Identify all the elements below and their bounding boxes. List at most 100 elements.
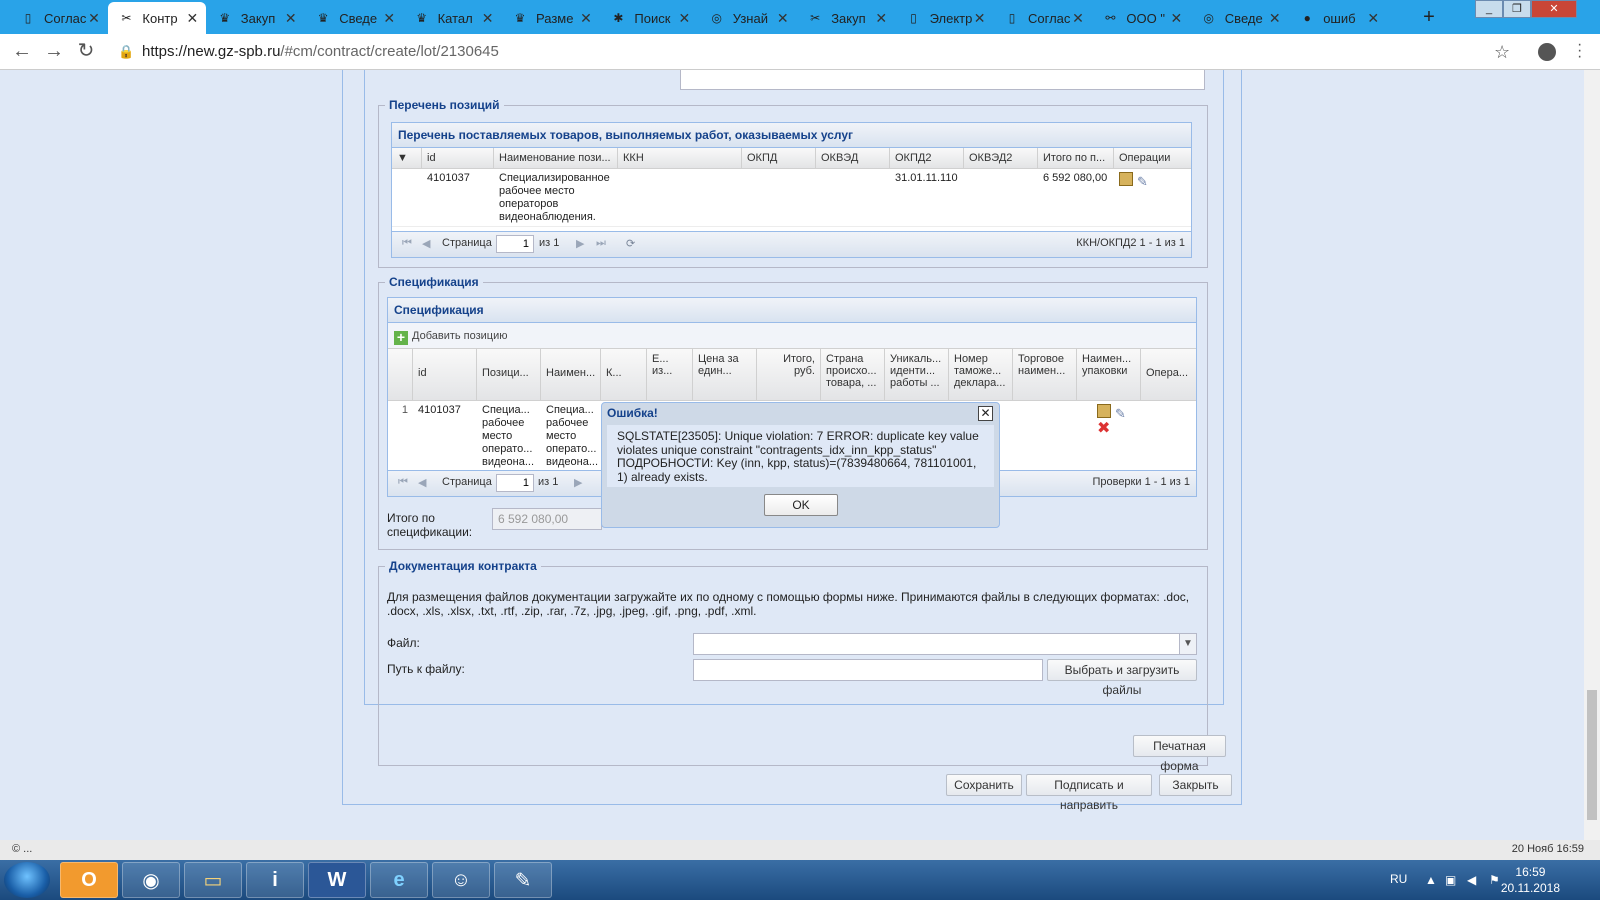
reload-button[interactable]: ↻ (74, 40, 98, 64)
col-header[interactable]: Наименование пози... (494, 148, 618, 168)
page-scrollbar[interactable] (1584, 70, 1600, 840)
word-icon[interactable]: W (308, 862, 366, 898)
ok-button[interactable]: OK (764, 494, 838, 516)
browser-tab[interactable]: ♛ Закуп ✕ (207, 2, 305, 34)
chevron-down-icon[interactable]: ▼ (1179, 634, 1196, 654)
pencil-icon[interactable]: ✎ (1115, 406, 1126, 421)
col-header[interactable]: Е... из... (647, 349, 693, 400)
new-tab-button[interactable]: + (1418, 7, 1440, 29)
browser-tab[interactable]: ▯ Соглас ✕ (10, 2, 108, 34)
col-header[interactable]: ОКПД (742, 148, 816, 168)
sign-send-button[interactable]: Подписать и направить (1026, 774, 1152, 812)
top-field[interactable] (680, 70, 1205, 90)
browser-tab[interactable]: ● ошиб ✕ (1289, 2, 1387, 34)
browser-tab[interactable]: ◎ Узнай ✕ (699, 2, 797, 34)
last-page-icon[interactable]: ⏭ (596, 237, 606, 250)
tab-close-icon[interactable]: ✕ (1168, 10, 1184, 27)
maximize-button[interactable]: ❐ (1503, 0, 1531, 18)
page-input[interactable] (496, 474, 534, 492)
chevron-up-icon[interactable]: ▲ (1425, 873, 1437, 887)
table-row[interactable]: 4101037 Специализированное рабочее место… (392, 169, 1191, 227)
col-header[interactable]: К... (601, 349, 647, 400)
start-button[interactable] (4, 862, 50, 898)
col-header[interactable]: ОКПД2 (890, 148, 964, 168)
close-icon[interactable]: ✕ (978, 406, 993, 421)
col-header[interactable]: Итого по п... (1038, 148, 1114, 168)
add-position-button[interactable]: + Добавить позицию (388, 323, 1196, 349)
col-header[interactable]: Страна происхо... товара, ... (821, 349, 885, 400)
pencil-icon[interactable]: ✎ (1137, 174, 1148, 189)
browser-tab[interactable]: ♛ Разме ✕ (502, 2, 600, 34)
refresh-icon[interactable]: ⟳ (626, 237, 635, 250)
app-icon[interactable]: ☺ (432, 862, 490, 898)
tab-close-icon[interactable]: ✕ (972, 10, 988, 27)
url-field[interactable]: 🔒 https://new.gz-spb.ru/#cm/contract/cre… (108, 38, 1523, 66)
col-header[interactable]: Уникаль... иденти... работы ... (885, 349, 949, 400)
tab-close-icon[interactable]: ✕ (1267, 10, 1283, 27)
clock[interactable]: 16:59 20.11.2018 (1501, 864, 1560, 896)
tab-close-icon[interactable]: ✕ (480, 10, 496, 27)
browser-tab[interactable]: ♛ Сведе ✕ (305, 2, 403, 34)
print-form-button[interactable]: Печатная форма (1133, 735, 1226, 773)
filter-icon[interactable]: ▼ (392, 148, 422, 168)
close-button[interactable]: Закрыть (1159, 774, 1232, 796)
delete-icon[interactable]: ✖ (1097, 420, 1110, 437)
outlook-icon[interactable]: O (60, 862, 118, 898)
tab-close-icon[interactable]: ✕ (184, 10, 200, 27)
browser-tab[interactable]: ▯ Соглас ✕ (994, 2, 1092, 34)
file-path-input[interactable] (693, 659, 1043, 681)
col-header[interactable]: Наимен... упаковки (1077, 349, 1141, 400)
tab-close-icon[interactable]: ✕ (1070, 10, 1086, 27)
account-icon[interactable] (1538, 43, 1556, 61)
tab-close-icon[interactable]: ✕ (381, 10, 397, 27)
col-header[interactable]: ОКВЭД (816, 148, 890, 168)
browser-tab[interactable]: ✱ Поиск ✕ (600, 2, 698, 34)
col-header[interactable]: Цена за един... (693, 349, 757, 400)
col-header[interactable]: Позици... (477, 349, 541, 400)
col-header[interactable]: Операции (1114, 148, 1191, 168)
language-indicator[interactable]: RU (1390, 872, 1407, 886)
file-select[interactable]: ▼ (693, 633, 1197, 655)
ie-icon[interactable]: e (370, 862, 428, 898)
document-icon[interactable] (1097, 404, 1111, 418)
col-header[interactable]: ККН (618, 148, 742, 168)
col-header[interactable]: Итого, руб. (757, 349, 821, 400)
col-header[interactable]: id (422, 148, 494, 168)
forward-button[interactable]: → (42, 40, 66, 64)
folder-icon[interactable]: ▭ (184, 862, 242, 898)
tab-close-icon[interactable]: ✕ (676, 10, 692, 27)
col-header[interactable]: Опера... (1141, 349, 1195, 400)
browser-tab[interactable]: ◎ Сведе ✕ (1191, 2, 1289, 34)
col-header[interactable]: id (413, 349, 477, 400)
scroll-thumb[interactable] (1587, 690, 1597, 820)
back-button[interactable]: ← (10, 40, 34, 64)
browser-tab[interactable]: ⚯ ООО " ✕ (1092, 2, 1190, 34)
next-page-icon[interactable]: ▶ (576, 237, 584, 250)
upload-files-button[interactable]: Выбрать и загрузить файлы (1047, 659, 1197, 697)
tab-close-icon[interactable]: ✕ (578, 10, 594, 27)
col-header[interactable]: Номер таможе... деклара... (949, 349, 1013, 400)
tab-close-icon[interactable]: ✕ (283, 10, 299, 27)
tab-close-icon[interactable]: ✕ (873, 10, 889, 27)
save-button[interactable]: Сохранить (946, 774, 1022, 796)
tab-close-icon[interactable]: ✕ (1365, 10, 1381, 27)
menu-icon[interactable]: · · · (1577, 37, 1582, 65)
network-icon[interactable]: ▣ (1445, 873, 1456, 887)
volume-icon[interactable]: ◀ (1467, 873, 1476, 887)
minimize-button[interactable]: _ (1475, 0, 1503, 18)
first-page-icon[interactable]: ⏮ (402, 237, 412, 250)
window-close-button[interactable]: ✕ (1531, 0, 1577, 18)
page-input[interactable] (496, 235, 534, 253)
col-header[interactable]: Наимен... (541, 349, 601, 400)
browser-tab[interactable]: ✂ Контр ✕ (108, 2, 207, 34)
browser-tab[interactable]: ✂ Закуп ✕ (797, 2, 895, 34)
browser-tab[interactable]: ▯ Электр ✕ (896, 2, 994, 34)
col-header[interactable]: ОКВЭД2 (964, 148, 1038, 168)
prev-page-icon[interactable]: ◀ (422, 237, 430, 250)
info-icon[interactable]: i (246, 862, 304, 898)
tab-close-icon[interactable]: ✕ (775, 10, 791, 27)
next-page-icon[interactable]: ▶ (574, 476, 582, 489)
document-icon[interactable] (1119, 172, 1133, 186)
col-header[interactable]: Торговое наимен... (1013, 349, 1077, 400)
chrome-icon[interactable]: ◉ (122, 862, 180, 898)
